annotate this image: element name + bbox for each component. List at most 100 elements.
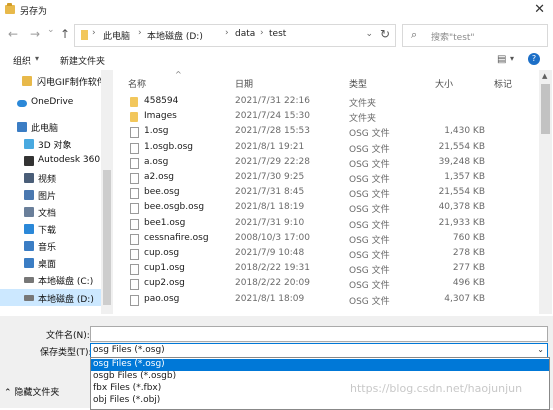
file-row[interactable]: cup1.osg 2018/2/22 19:31 OSG 文件 277 KB (113, 262, 553, 277)
up-arrow-icon[interactable]: ↑ (60, 27, 70, 41)
window-title: 另存为 (20, 7, 48, 17)
filename-input[interactable] (90, 326, 548, 342)
breadcrumb-test[interactable]: test (269, 29, 286, 39)
folder-icon (22, 76, 32, 86)
refresh-icon[interactable]: ↻ (380, 27, 390, 41)
computer-icon (17, 122, 27, 132)
breadcrumb-drive-d[interactable]: 本地磁盘 (D:) (147, 29, 203, 42)
file-date: 2021/7/31 8:45 (235, 187, 305, 198)
sidebar-item-pictures[interactable]: 图片 (0, 186, 113, 203)
file-row[interactable]: Images 2021/7/24 15:30 文件夹 (113, 110, 553, 125)
autodesk-icon (24, 156, 34, 166)
column-header-date[interactable]: 日期 (235, 77, 253, 97)
file-date: 2021/7/28 15:53 (235, 126, 310, 137)
new-folder-button[interactable]: 新建文件夹 (60, 54, 105, 67)
sidebar-item-music[interactable]: 音乐 (0, 237, 113, 254)
file-type: 文件夹 (349, 99, 377, 109)
file-date: 2021/7/24 15:30 (235, 111, 310, 122)
sidebar-item-autodesk-360[interactable]: Autodesk 360 (0, 152, 113, 169)
file-row[interactable]: bee1.osg 2021/7/31 9:10 OSG 文件 21,933 KB (113, 217, 553, 232)
file-size: 496 KB (452, 278, 485, 289)
sidebar-item-documents[interactable]: 文档 (0, 203, 113, 220)
document-icon (24, 207, 34, 217)
organize-button[interactable]: 组织 (13, 54, 31, 67)
column-header-size[interactable]: 大小 (435, 77, 453, 97)
hide-folders-button[interactable]: ⌃ 隐藏文件夹 (4, 385, 59, 398)
filetype-selected-value: osg Files (*.osg) (93, 345, 165, 355)
chevron-down-icon[interactable]: ⌄ (365, 29, 373, 39)
file-row[interactable]: 458594 2021/7/31 22:16 文件夹 (113, 95, 553, 110)
back-arrow-icon[interactable]: ← (8, 27, 18, 41)
close-icon[interactable]: ✕ (534, 2, 545, 17)
dropdown-option[interactable]: osg Files (*.osg) (91, 359, 549, 371)
sidebar-item-onedrive[interactable]: OneDrive (0, 94, 113, 111)
forward-arrow-icon[interactable]: → (30, 27, 40, 41)
file-row[interactable]: cessnafire.osg 2008/10/3 17:00 OSG 文件 760 K… (113, 232, 553, 247)
sidebar-item-drive-c[interactable]: 本地磁盘 (C:) (0, 271, 113, 288)
file-name: a2.osg (144, 172, 175, 182)
file-date: 2021/7/30 9:25 (235, 172, 305, 182)
file-row[interactable]: pao.osg 2021/8/1 18:09 OSG 文件 4,307 KB (113, 293, 553, 308)
file-row[interactable]: 1.osgb.osg 2021/8/1 19:21 OSG 文件 21,554 KB (113, 141, 553, 156)
file-row[interactable]: a.osg 2021/7/29 22:28 OSG 文件 39,248 KB (113, 156, 553, 171)
dropdown-option[interactable]: obj Files (*.obj) (91, 395, 549, 407)
sidebar-item-this-pc[interactable]: 此电脑 (0, 118, 113, 135)
file-icon (130, 188, 139, 200)
watermark-text: https://blog.csdn.net/haojunjun (350, 382, 523, 395)
address-bar[interactable]: › 此电脑 › 本地磁盘 (D:) › data › test ⌄ ↻ (74, 24, 396, 47)
sidebar-item-downloads[interactable]: 下载 (0, 220, 113, 237)
column-header-name[interactable]: 名称 (128, 77, 146, 97)
file-type: OSG 文件 (349, 205, 390, 216)
sidebar-scrollbar[interactable] (101, 70, 113, 314)
column-header-tag[interactable]: 标记 (494, 77, 512, 97)
file-date: 2018/2/22 19:31 (235, 263, 310, 274)
breadcrumb-separator-icon: › (138, 28, 142, 38)
sidebar-item-drive-d[interactable]: 本地磁盘 (D:) (0, 289, 113, 306)
file-type: OSG 文件 (349, 281, 390, 292)
file-row[interactable]: cup.osg 2021/7/9 10:48 OSG 文件 278 KB (113, 247, 553, 262)
filetype-label: 保存类型(T): (40, 348, 92, 358)
sidebar-item-3d-objects[interactable]: 3D 对象 (0, 135, 113, 152)
file-list-scrollbar[interactable]: ▲ (539, 70, 552, 314)
sidebar-item-gif-software[interactable]: 闪电GIF制作软件 (0, 72, 113, 89)
file-type: OSG 文件 (349, 296, 390, 307)
breadcrumb-separator-icon: › (92, 28, 96, 38)
file-icon (130, 203, 139, 215)
desktop-icon (24, 258, 34, 268)
file-icon (130, 157, 139, 169)
file-row[interactable]: cup2.osg 2018/2/22 20:09 OSG 文件 496 KB (113, 277, 553, 292)
file-row[interactable]: bee.osgb.osg 2021/8/1 18:19 OSG 文件 40,378 K… (113, 201, 553, 216)
file-row[interactable]: a2.osg 2021/7/30 9:25 OSG 文件 1,357 KB (113, 171, 553, 186)
file-type: OSG 文件 (349, 190, 390, 201)
scrollbar-thumb[interactable] (103, 170, 111, 305)
file-type: OSG 文件 (349, 251, 390, 261)
folder-icon (130, 112, 138, 123)
sidebar-item-label: 3D 对象 (38, 141, 72, 151)
file-size: 760 KB (452, 232, 485, 243)
scroll-up-icon[interactable]: ▲ (542, 72, 547, 80)
file-row[interactable]: bee.osg 2021/7/31 8:45 OSG 文件 21,554 KB (113, 186, 553, 201)
file-name: cup2.osg (144, 278, 185, 289)
sidebar-item-desktop[interactable]: 桌面 (0, 254, 113, 271)
sidebar-item-label: 本地磁盘 (C:) (38, 277, 94, 287)
file-list: ^ 名称 日期 类型 大小 标记 458594 2021/7/31 22:16 文件… (113, 70, 553, 314)
file-type: OSG 文件 (349, 266, 390, 277)
file-type: OSG 文件 (349, 144, 390, 155)
sidebar-item-videos[interactable]: 视频 (0, 169, 113, 186)
scrollbar-thumb[interactable] (541, 84, 550, 134)
file-icon (130, 218, 139, 230)
breadcrumb-this-pc[interactable]: 此电脑 (103, 29, 130, 42)
column-header-type[interactable]: 类型 (349, 77, 367, 97)
option-label: osgb Files (*.osgb) (93, 371, 177, 381)
recent-locations-icon[interactable]: ⌄ (47, 25, 55, 35)
help-icon[interactable]: ? (528, 53, 540, 65)
file-row[interactable]: 1.osg 2021/7/28 15:53 OSG 文件 1,430 KB (113, 125, 553, 140)
search-box[interactable]: ⌕ 搜索"test" (402, 24, 548, 47)
breadcrumb-data[interactable]: data (235, 29, 255, 39)
file-type: OSG 文件 (349, 129, 390, 140)
file-icon (130, 294, 139, 306)
view-options-icon[interactable]: ▤ (497, 54, 506, 65)
sidebar-item-label: 音乐 (38, 243, 57, 253)
file-icon (130, 264, 139, 276)
chevron-down-icon[interactable]: ▾ (510, 54, 514, 63)
